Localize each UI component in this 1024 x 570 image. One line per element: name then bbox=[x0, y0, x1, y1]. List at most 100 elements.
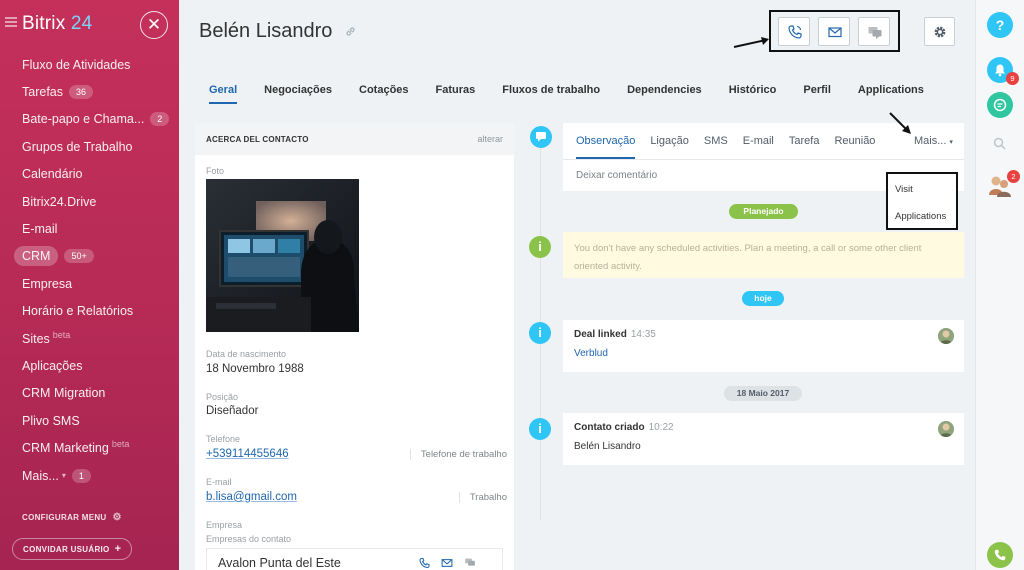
call-button[interactable] bbox=[778, 17, 810, 46]
chat-icon bbox=[868, 27, 882, 39]
gear-icon bbox=[934, 26, 946, 38]
composer-tab-comment[interactable]: Observação bbox=[576, 135, 636, 159]
phone-label: Telefone bbox=[206, 434, 241, 444]
notifications-badge: 9 bbox=[1006, 72, 1019, 85]
configure-menu-link[interactable]: CONFIGURAR MENU ⚙ bbox=[22, 512, 122, 523]
call-widget-button[interactable] bbox=[987, 542, 1013, 568]
logo-row: Bitrix 24 ✕ bbox=[0, 0, 179, 50]
bitrix24-logo[interactable]: Bitrix 24 bbox=[22, 13, 92, 35]
company-name: Avalon Punta del Este bbox=[218, 556, 341, 570]
email-button[interactable] bbox=[818, 17, 850, 46]
comment-input[interactable]: Deixar comentário bbox=[576, 170, 657, 181]
company-actions bbox=[418, 557, 477, 569]
today-label: hoje bbox=[742, 291, 784, 306]
page-title: Belén Lisandro bbox=[199, 20, 333, 42]
tab-deals[interactable]: Negociações bbox=[264, 84, 332, 104]
search-icon[interactable] bbox=[993, 137, 1006, 155]
planned-label: Planejado bbox=[729, 204, 798, 219]
event-text: Belén Lisandro bbox=[574, 441, 641, 452]
sidebar-item-plivo-sms[interactable]: Plivo SMS bbox=[0, 407, 179, 434]
edit-link[interactable]: alterar bbox=[477, 134, 503, 144]
envelope-icon[interactable] bbox=[440, 557, 454, 569]
phone-type: Telefone de trabalho bbox=[409, 449, 507, 460]
sidebar-item-calendar[interactable]: Calendário bbox=[0, 161, 179, 188]
sidebar-item-applications[interactable]: Aplicações bbox=[0, 352, 179, 379]
tab-quotes[interactable]: Cotações bbox=[359, 84, 409, 104]
entity-tabs: Geral Negociações Cotações Faturas Fluxo… bbox=[209, 84, 951, 104]
tab-workflows[interactable]: Fluxos de trabalho bbox=[502, 84, 600, 104]
invite-users-button[interactable]: CONVIDAR USUÁRIO + bbox=[12, 538, 133, 560]
sidebar-item-company[interactable]: Empresa bbox=[0, 270, 179, 297]
company-label: Empresa bbox=[206, 520, 243, 530]
chevron-down-icon: ▾ bbox=[949, 139, 953, 146]
sidebar-item-activity-stream[interactable]: Fluxo de Atividades bbox=[0, 51, 179, 78]
composer-tab-task[interactable]: Tarefa bbox=[789, 135, 820, 159]
sidebar-item-more[interactable]: Mais... ▾ 1 bbox=[0, 462, 179, 489]
counter-badge: 50+ bbox=[64, 249, 94, 264]
chat-icon[interactable] bbox=[463, 557, 477, 569]
sidebar-item-workgroups[interactable]: Grupos de Trabalho bbox=[0, 133, 179, 160]
tab-applications[interactable]: Applications bbox=[858, 84, 924, 104]
menu-toggle-icon[interactable] bbox=[5, 17, 17, 27]
chevron-down-icon: ▾ bbox=[61, 471, 66, 481]
users-badge: 2 bbox=[1007, 170, 1020, 183]
email-link[interactable]: b.lisa@gmail.com bbox=[206, 491, 297, 503]
tab-dependencies[interactable]: Dependencies bbox=[627, 84, 702, 104]
sidebar-item-crm-marketing[interactable]: CRM Marketing beta bbox=[0, 434, 179, 461]
dropdown-item-visit[interactable]: Visit bbox=[895, 184, 913, 195]
date-label: 18 Maio 2017 bbox=[724, 386, 802, 401]
sidebar-item-time-reports[interactable]: Horário e Relatórios bbox=[0, 298, 179, 325]
chat-icon bbox=[993, 98, 1007, 112]
sidebar-item-email[interactable]: E-mail bbox=[0, 215, 179, 242]
tab-history[interactable]: Histórico bbox=[729, 84, 777, 104]
chat-button[interactable] bbox=[858, 17, 890, 46]
more-dropdown-menu: Visit Applications bbox=[886, 172, 958, 230]
phone-icon bbox=[994, 549, 1006, 561]
tab-invoices[interactable]: Faturas bbox=[436, 84, 476, 104]
settings-button[interactable] bbox=[924, 17, 955, 46]
avatar bbox=[938, 328, 954, 344]
right-toolbar: ? 9 2 bbox=[975, 0, 1024, 570]
event-title: Deal linked 14:35 bbox=[574, 329, 656, 340]
open-channels-button[interactable] bbox=[987, 92, 1013, 118]
contact-info-card: ACERCA DEL CONTACTO alterar Foto Data de… bbox=[195, 123, 514, 570]
divider bbox=[563, 159, 964, 160]
comment-icon bbox=[530, 126, 552, 148]
composer-tab-meeting[interactable]: Reunião bbox=[834, 135, 875, 159]
dropdown-item-applications[interactable]: Applications bbox=[895, 211, 946, 222]
tab-general[interactable]: Geral bbox=[209, 84, 238, 104]
company-sub-label: Empresas do contato bbox=[206, 534, 292, 544]
composer-tab-sms[interactable]: SMS bbox=[704, 135, 728, 159]
timeline-event-deal-linked: Deal linked 14:35 Verblud bbox=[563, 320, 964, 372]
birth-value: 18 Novembro 1988 bbox=[206, 363, 304, 375]
sidebar-item-tasks[interactable]: Tarefas 36 bbox=[0, 78, 179, 105]
composer-more-button[interactable]: Mais... ▾ bbox=[914, 135, 953, 147]
help-button[interactable]: ? bbox=[987, 12, 1013, 38]
sidebar-item-chat[interactable]: Bate-papo e Chama... 2 bbox=[0, 106, 179, 133]
composer-tab-call[interactable]: Ligação bbox=[650, 135, 689, 159]
phone-link[interactable]: +539114455646 bbox=[206, 448, 289, 460]
position-label: Posição bbox=[206, 392, 239, 402]
sidebar-item-drive[interactable]: Bitrix24.Drive bbox=[0, 188, 179, 215]
birth-label: Data de nascimento bbox=[206, 349, 287, 359]
composer-tab-email[interactable]: E-mail bbox=[743, 135, 774, 159]
info-icon: i bbox=[529, 236, 551, 258]
sidebar-item-crm-migration[interactable]: CRM Migration bbox=[0, 380, 179, 407]
close-slider-button[interactable]: ✕ bbox=[140, 11, 168, 39]
phone-icon[interactable] bbox=[418, 557, 431, 569]
deal-link[interactable]: Verblud bbox=[574, 348, 608, 359]
planned-notice: You don't have any scheduled activities.… bbox=[563, 232, 964, 278]
avatar bbox=[938, 421, 954, 437]
company-entry[interactable]: Avalon Punta del Este bbox=[206, 548, 503, 570]
sidebar-item-sites[interactable]: Sites beta bbox=[0, 325, 179, 352]
card-heading: ACERCA DEL CONTACTO bbox=[206, 134, 309, 144]
gear-icon: ⚙ bbox=[112, 512, 122, 523]
counter-badge: 1 bbox=[71, 468, 91, 483]
link-icon[interactable] bbox=[345, 26, 356, 40]
tab-profile[interactable]: Perfil bbox=[803, 84, 831, 104]
sidebar-item-crm[interactable]: CRM 50+ bbox=[0, 243, 179, 270]
position-value: Diseñador bbox=[206, 405, 259, 417]
event-title: Contato criado 10:22 bbox=[574, 422, 674, 433]
photo-label: Foto bbox=[206, 166, 225, 176]
envelope-icon bbox=[828, 27, 842, 38]
